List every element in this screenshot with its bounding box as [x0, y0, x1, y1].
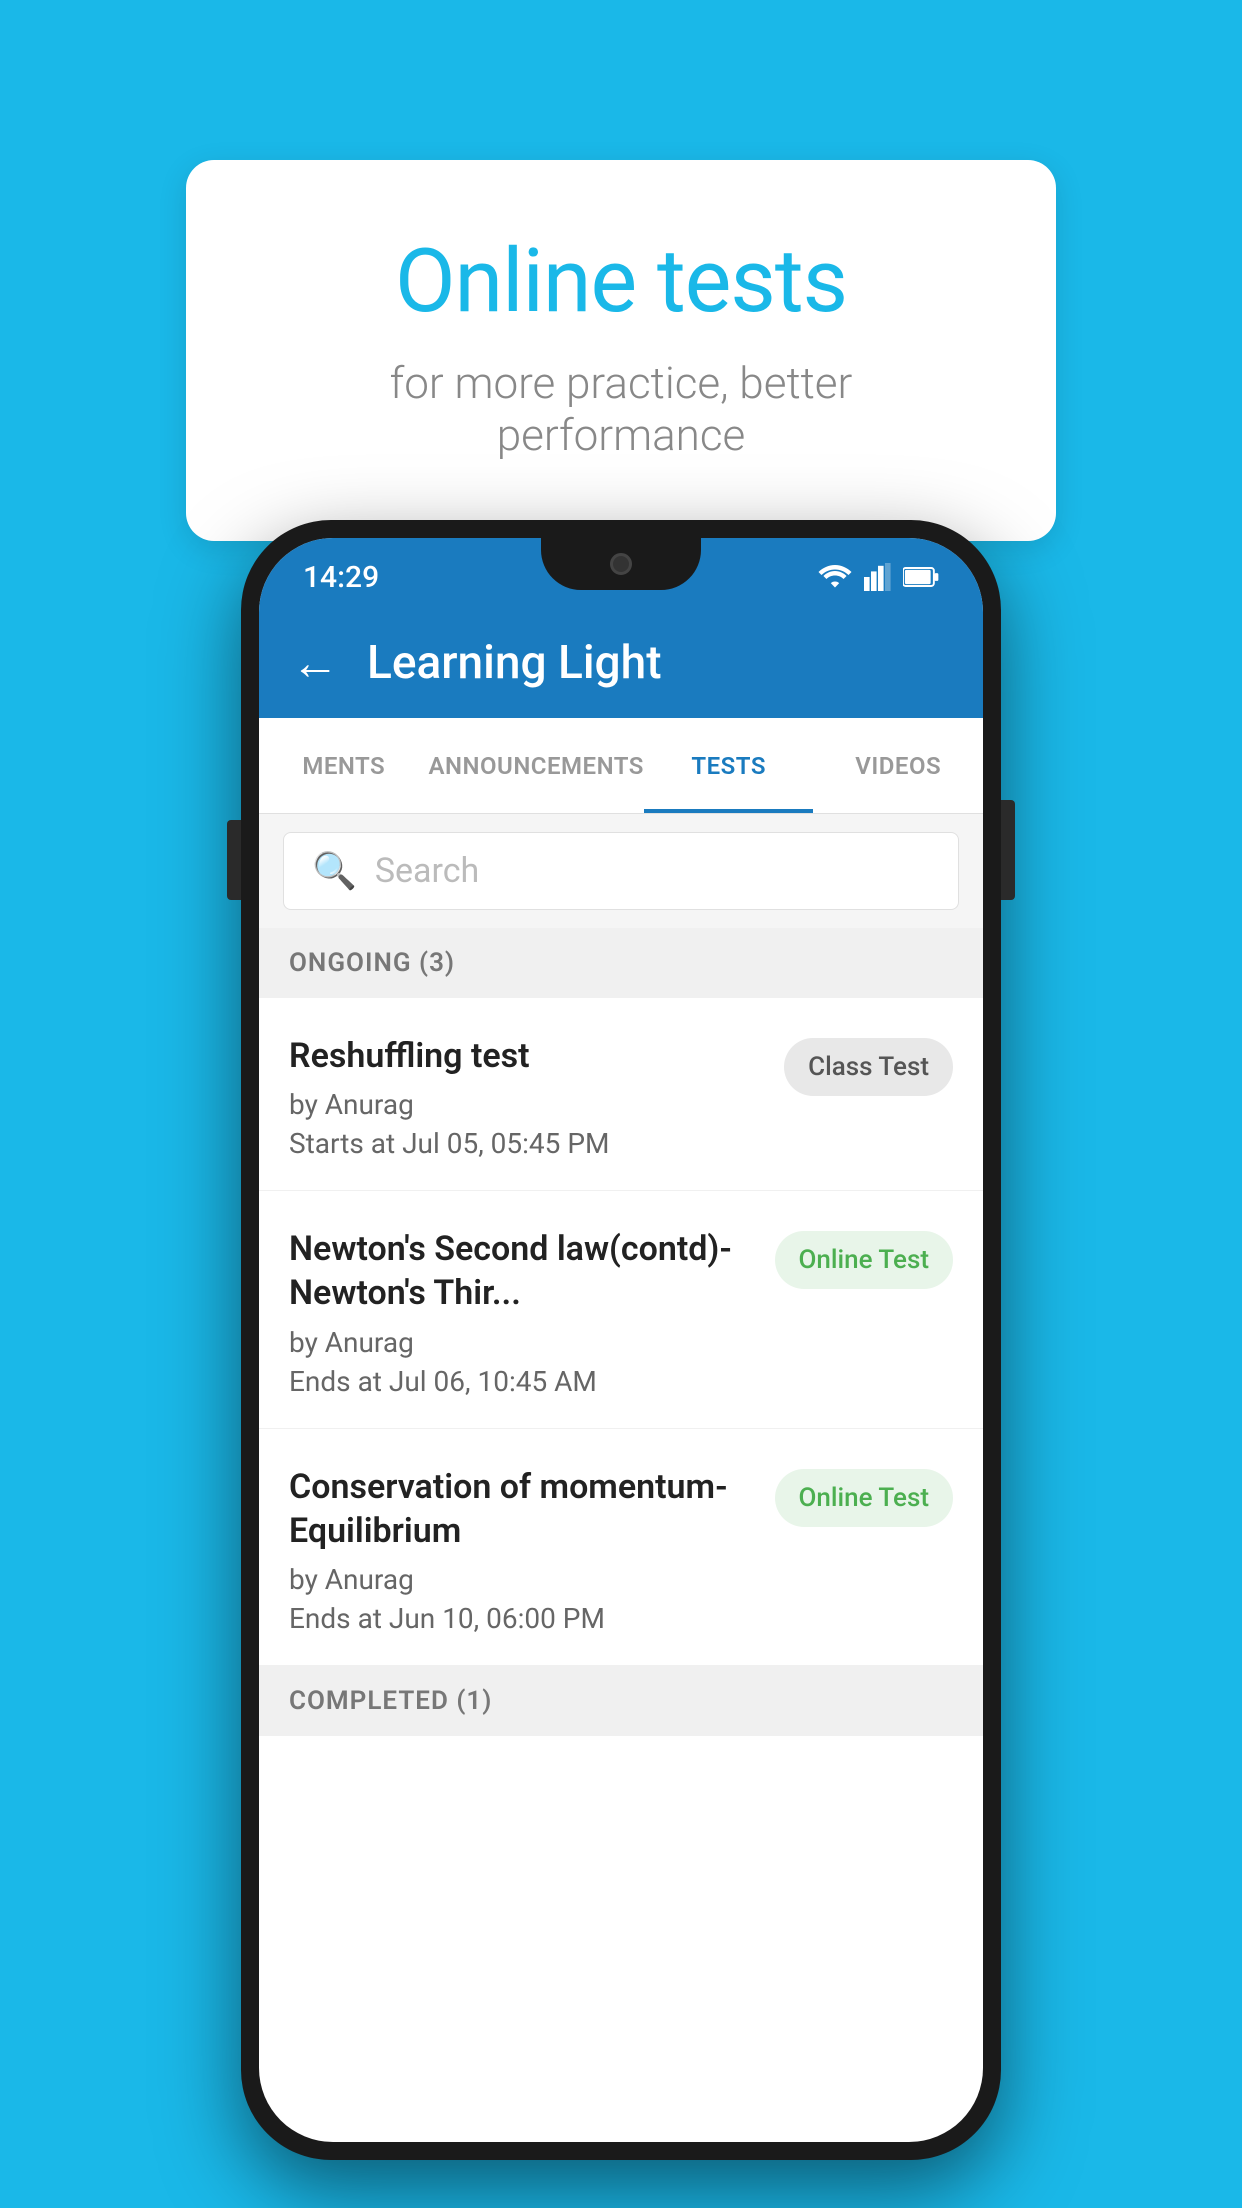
test-author-1: by Anurag — [289, 1088, 764, 1121]
search-bar[interactable]: 🔍 Search — [283, 832, 959, 910]
camera-icon — [610, 553, 632, 575]
search-placeholder: Search — [375, 851, 479, 891]
phone-mockup: 14:29 — [241, 520, 1001, 2160]
status-time: 14:29 — [303, 560, 379, 595]
test-info-3: Conservation of momentum-Equilibrium by … — [289, 1465, 775, 1635]
ongoing-label: ONGOING (3) — [289, 948, 455, 978]
completed-section-header: COMPLETED (1) — [259, 1666, 983, 1736]
test-name-1: Reshuffling test — [289, 1034, 764, 1078]
test-author-3: by Anurag — [289, 1563, 755, 1596]
tab-tests[interactable]: TESTS — [644, 718, 814, 813]
test-item-1[interactable]: Reshuffling test by Anurag Starts at Jul… — [259, 998, 983, 1191]
test-item-2[interactable]: Newton's Second law(contd)-Newton's Thir… — [259, 1191, 983, 1428]
test-name-2: Newton's Second law(contd)-Newton's Thir… — [289, 1227, 755, 1315]
speech-bubble-subtitle: for more practice, better performance — [266, 357, 976, 461]
test-info-1: Reshuffling test by Anurag Starts at Jul… — [289, 1034, 784, 1160]
completed-label: COMPLETED (1) — [289, 1686, 492, 1716]
battery-icon — [903, 566, 939, 588]
wifi-icon — [817, 563, 853, 591]
ongoing-section-header: ONGOING (3) — [259, 928, 983, 998]
test-info-2: Newton's Second law(contd)-Newton's Thir… — [289, 1227, 775, 1397]
test-badge-2: Online Test — [775, 1231, 954, 1289]
tab-bar: MENTS ANNOUNCEMENTS TESTS VIDEOS — [259, 718, 983, 814]
back-button[interactable]: ← — [291, 639, 339, 687]
speech-bubble: Online tests for more practice, better p… — [186, 160, 1056, 541]
status-icons — [817, 563, 939, 591]
phone-screen: 14:29 — [259, 538, 983, 2142]
tab-videos[interactable]: VIDEOS — [813, 718, 983, 813]
test-badge-3: Online Test — [775, 1469, 954, 1527]
tab-ments[interactable]: MENTS — [259, 718, 429, 813]
phone-notch — [541, 538, 701, 590]
search-icon: 🔍 — [312, 850, 357, 892]
test-list: Reshuffling test by Anurag Starts at Jul… — [259, 998, 983, 1666]
speech-bubble-title: Online tests — [266, 230, 976, 333]
app-bar: ← Learning Light — [259, 608, 983, 718]
test-item-3[interactable]: Conservation of momentum-Equilibrium by … — [259, 1429, 983, 1666]
speech-bubble-container: Online tests for more practice, better p… — [186, 160, 1056, 541]
test-name-3: Conservation of momentum-Equilibrium — [289, 1465, 755, 1553]
test-badge-1: Class Test — [784, 1038, 953, 1096]
test-date-1: Starts at Jul 05, 05:45 PM — [289, 1127, 764, 1160]
test-date-3: Ends at Jun 10, 06:00 PM — [289, 1602, 755, 1635]
tab-announcements[interactable]: ANNOUNCEMENTS — [429, 718, 644, 813]
search-container: 🔍 Search — [259, 814, 983, 928]
signal-icon — [863, 563, 893, 591]
test-date-2: Ends at Jul 06, 10:45 AM — [289, 1365, 755, 1398]
app-title: Learning Light — [367, 636, 662, 690]
phone-outer: 14:29 — [241, 520, 1001, 2160]
test-author-2: by Anurag — [289, 1326, 755, 1359]
